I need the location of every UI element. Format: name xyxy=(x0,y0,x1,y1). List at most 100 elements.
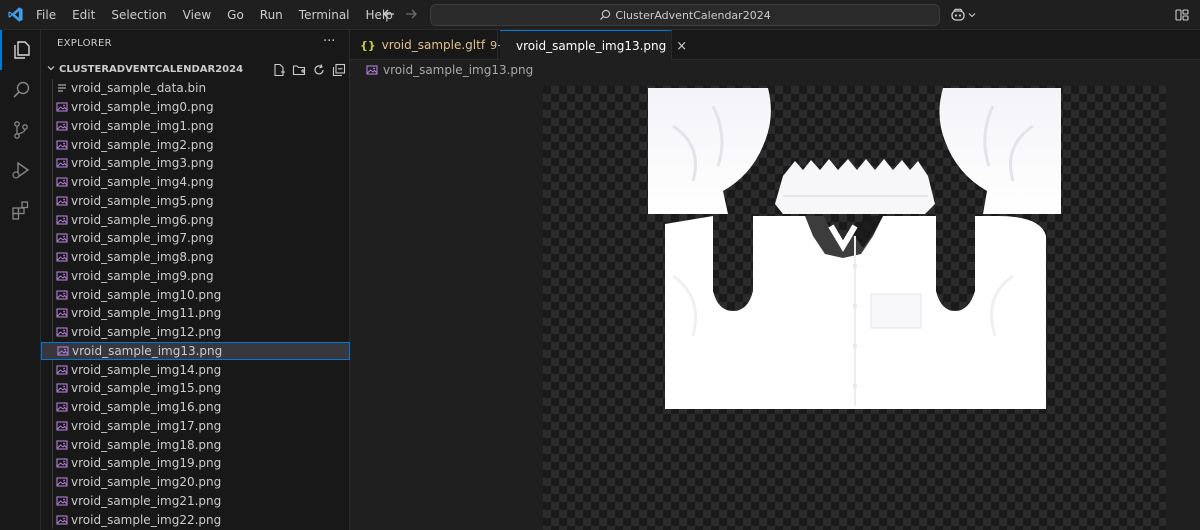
copilot-icon xyxy=(951,8,965,21)
image-file-icon xyxy=(56,308,68,318)
image-file-icon xyxy=(56,271,68,281)
more-actions-icon[interactable]: ··· xyxy=(323,34,335,49)
file-item[interactable]: vroid_sample_img2.png xyxy=(41,135,350,154)
image-file-icon xyxy=(56,196,68,206)
file-item[interactable]: vroid_sample_img12.png xyxy=(41,323,350,342)
file-item[interactable]: vroid_sample_img6.png xyxy=(41,210,350,229)
menu-view[interactable]: View xyxy=(175,0,219,30)
file-item[interactable]: vroid_sample_img8.png xyxy=(41,248,350,267)
file-list: vroid_sample_data.bin vroid_sample_img0.p… xyxy=(41,79,350,529)
search-activity-button[interactable] xyxy=(0,70,41,110)
file-item[interactable]: vroid_sample_img20.png xyxy=(41,473,350,492)
file-label: vroid_sample_img1.png xyxy=(71,118,214,133)
file-label: vroid_sample_img5.png xyxy=(71,193,214,208)
image-file-icon xyxy=(56,477,68,487)
chevron-down-icon xyxy=(968,13,976,18)
image-file-icon xyxy=(56,365,68,375)
command-center-text: ClusterAdventCalendar2024 xyxy=(615,8,771,22)
image-file-icon xyxy=(366,65,378,75)
forward-arrow-icon[interactable] xyxy=(403,7,419,23)
breadcrumb[interactable]: vroid_sample_img13.png xyxy=(366,62,533,78)
image-file-icon xyxy=(56,515,68,525)
extensions-icon xyxy=(11,201,28,220)
file-item[interactable]: vroid_sample_img11.png xyxy=(41,304,350,323)
image-file-icon xyxy=(56,327,68,337)
file-label: vroid_sample_img20.png xyxy=(71,475,222,490)
file-label: vroid_sample_img8.png xyxy=(71,250,214,265)
menu-run[interactable]: Run xyxy=(252,0,291,30)
source-control-activity-button[interactable] xyxy=(0,110,41,150)
file-item[interactable]: vroid_sample_img14.png xyxy=(41,360,350,379)
tab-vroid-sample-img13[interactable]: vroid_sample_img13.png × xyxy=(500,30,687,61)
copilot-button[interactable] xyxy=(950,7,976,23)
file-item[interactable]: vroid_sample_img15.png xyxy=(41,379,350,398)
activity-bar xyxy=(0,30,41,530)
tab-vroid-sample-gltf[interactable]: {} vroid_sample.gltf 9+ xyxy=(350,30,506,60)
file-label: vroid_sample_img16.png xyxy=(71,400,222,415)
file-item[interactable]: vroid_sample_img22.png xyxy=(41,510,350,529)
search-icon xyxy=(12,81,29,98)
new-file-icon[interactable] xyxy=(271,62,286,77)
menu-edit[interactable]: Edit xyxy=(64,0,103,30)
file-label: vroid_sample_img18.png xyxy=(71,437,222,452)
file-label: vroid_sample_img19.png xyxy=(71,456,222,471)
file-item[interactable]: vroid_sample_data.bin xyxy=(41,79,350,98)
title-bar: File Edit Selection View Go Run Terminal… xyxy=(0,0,1200,30)
file-item[interactable]: vroid_sample_img3.png xyxy=(41,154,350,173)
close-icon[interactable]: × xyxy=(676,39,687,54)
menu-selection[interactable]: Selection xyxy=(103,0,174,30)
workspace-folder-name: CLUSTERADVENTCALENDAR2024 xyxy=(59,63,244,75)
file-label: vroid_sample_img11.png xyxy=(71,306,222,321)
image-file-icon xyxy=(56,290,68,300)
search-icon xyxy=(600,9,611,20)
file-label: vroid_sample_img2.png xyxy=(71,137,214,152)
extensions-activity-button[interactable] xyxy=(0,190,41,230)
file-item[interactable]: vroid_sample_img9.png xyxy=(41,267,350,286)
binary-file-icon xyxy=(58,84,66,92)
menu-terminal[interactable]: Terminal xyxy=(291,0,358,30)
image-file-icon xyxy=(56,121,68,131)
collapse-all-icon[interactable] xyxy=(331,62,346,77)
tab-label: vroid_sample_img13.png xyxy=(516,39,667,53)
file-item[interactable]: vroid_sample_img4.png xyxy=(41,173,350,192)
image-preview[interactable] xyxy=(543,86,1166,530)
file-item[interactable]: vroid_sample_img16.png xyxy=(41,398,350,417)
refresh-icon[interactable] xyxy=(311,62,326,77)
image-file-icon xyxy=(56,215,68,225)
image-file-icon xyxy=(56,233,68,243)
file-item[interactable]: vroid_sample_img5.png xyxy=(41,192,350,211)
image-file-icon xyxy=(56,102,68,112)
chevron-down-icon xyxy=(45,63,57,76)
run-debug-activity-button[interactable] xyxy=(0,150,41,190)
file-label: vroid_sample_img22.png xyxy=(71,512,222,527)
file-item[interactable]: vroid_sample_img0.png xyxy=(41,98,350,117)
image-file-icon xyxy=(56,177,68,187)
menu-bar: File Edit Selection View Go Run Terminal… xyxy=(28,0,401,30)
command-center-search[interactable]: ClusterAdventCalendar2024 xyxy=(430,4,940,26)
new-folder-icon[interactable] xyxy=(291,62,306,77)
file-item[interactable]: vroid_sample_img19.png xyxy=(41,454,350,473)
file-label: vroid_sample_img21.png xyxy=(71,493,222,508)
file-item[interactable]: vroid_sample_img18.png xyxy=(41,435,350,454)
file-label: vroid_sample_data.bin xyxy=(71,81,207,96)
source-control-icon xyxy=(13,121,28,139)
file-item[interactable]: vroid_sample_img7.png xyxy=(41,229,350,248)
explorer-sidebar: EXPLORER ··· CLUSTERADVENTCALENDAR2024 v… xyxy=(41,30,350,530)
image-file-icon xyxy=(56,158,68,168)
file-label: vroid_sample_img4.png xyxy=(71,175,214,190)
back-arrow-icon[interactable] xyxy=(381,7,397,23)
explorer-activity-button[interactable] xyxy=(0,30,41,70)
file-item[interactable]: vroid_sample_img17.png xyxy=(41,417,350,436)
file-item[interactable]: vroid_sample_img13.png xyxy=(41,341,350,361)
menu-file[interactable]: File xyxy=(28,0,64,30)
file-item[interactable]: vroid_sample_img1.png xyxy=(41,117,350,136)
editor-tabs: {} vroid_sample.gltf 9+ vroid_sample_img… xyxy=(350,30,1200,61)
file-item[interactable]: vroid_sample_img10.png xyxy=(41,285,350,304)
toggle-layout-icon[interactable] xyxy=(1174,7,1190,23)
menu-go[interactable]: Go xyxy=(219,0,252,30)
file-item[interactable]: vroid_sample_img21.png xyxy=(41,492,350,511)
vscode-logo-icon xyxy=(8,7,23,22)
file-label: vroid_sample_img14.png xyxy=(71,362,222,377)
file-label: vroid_sample_img15.png xyxy=(71,381,222,396)
image-file-icon xyxy=(56,402,68,412)
